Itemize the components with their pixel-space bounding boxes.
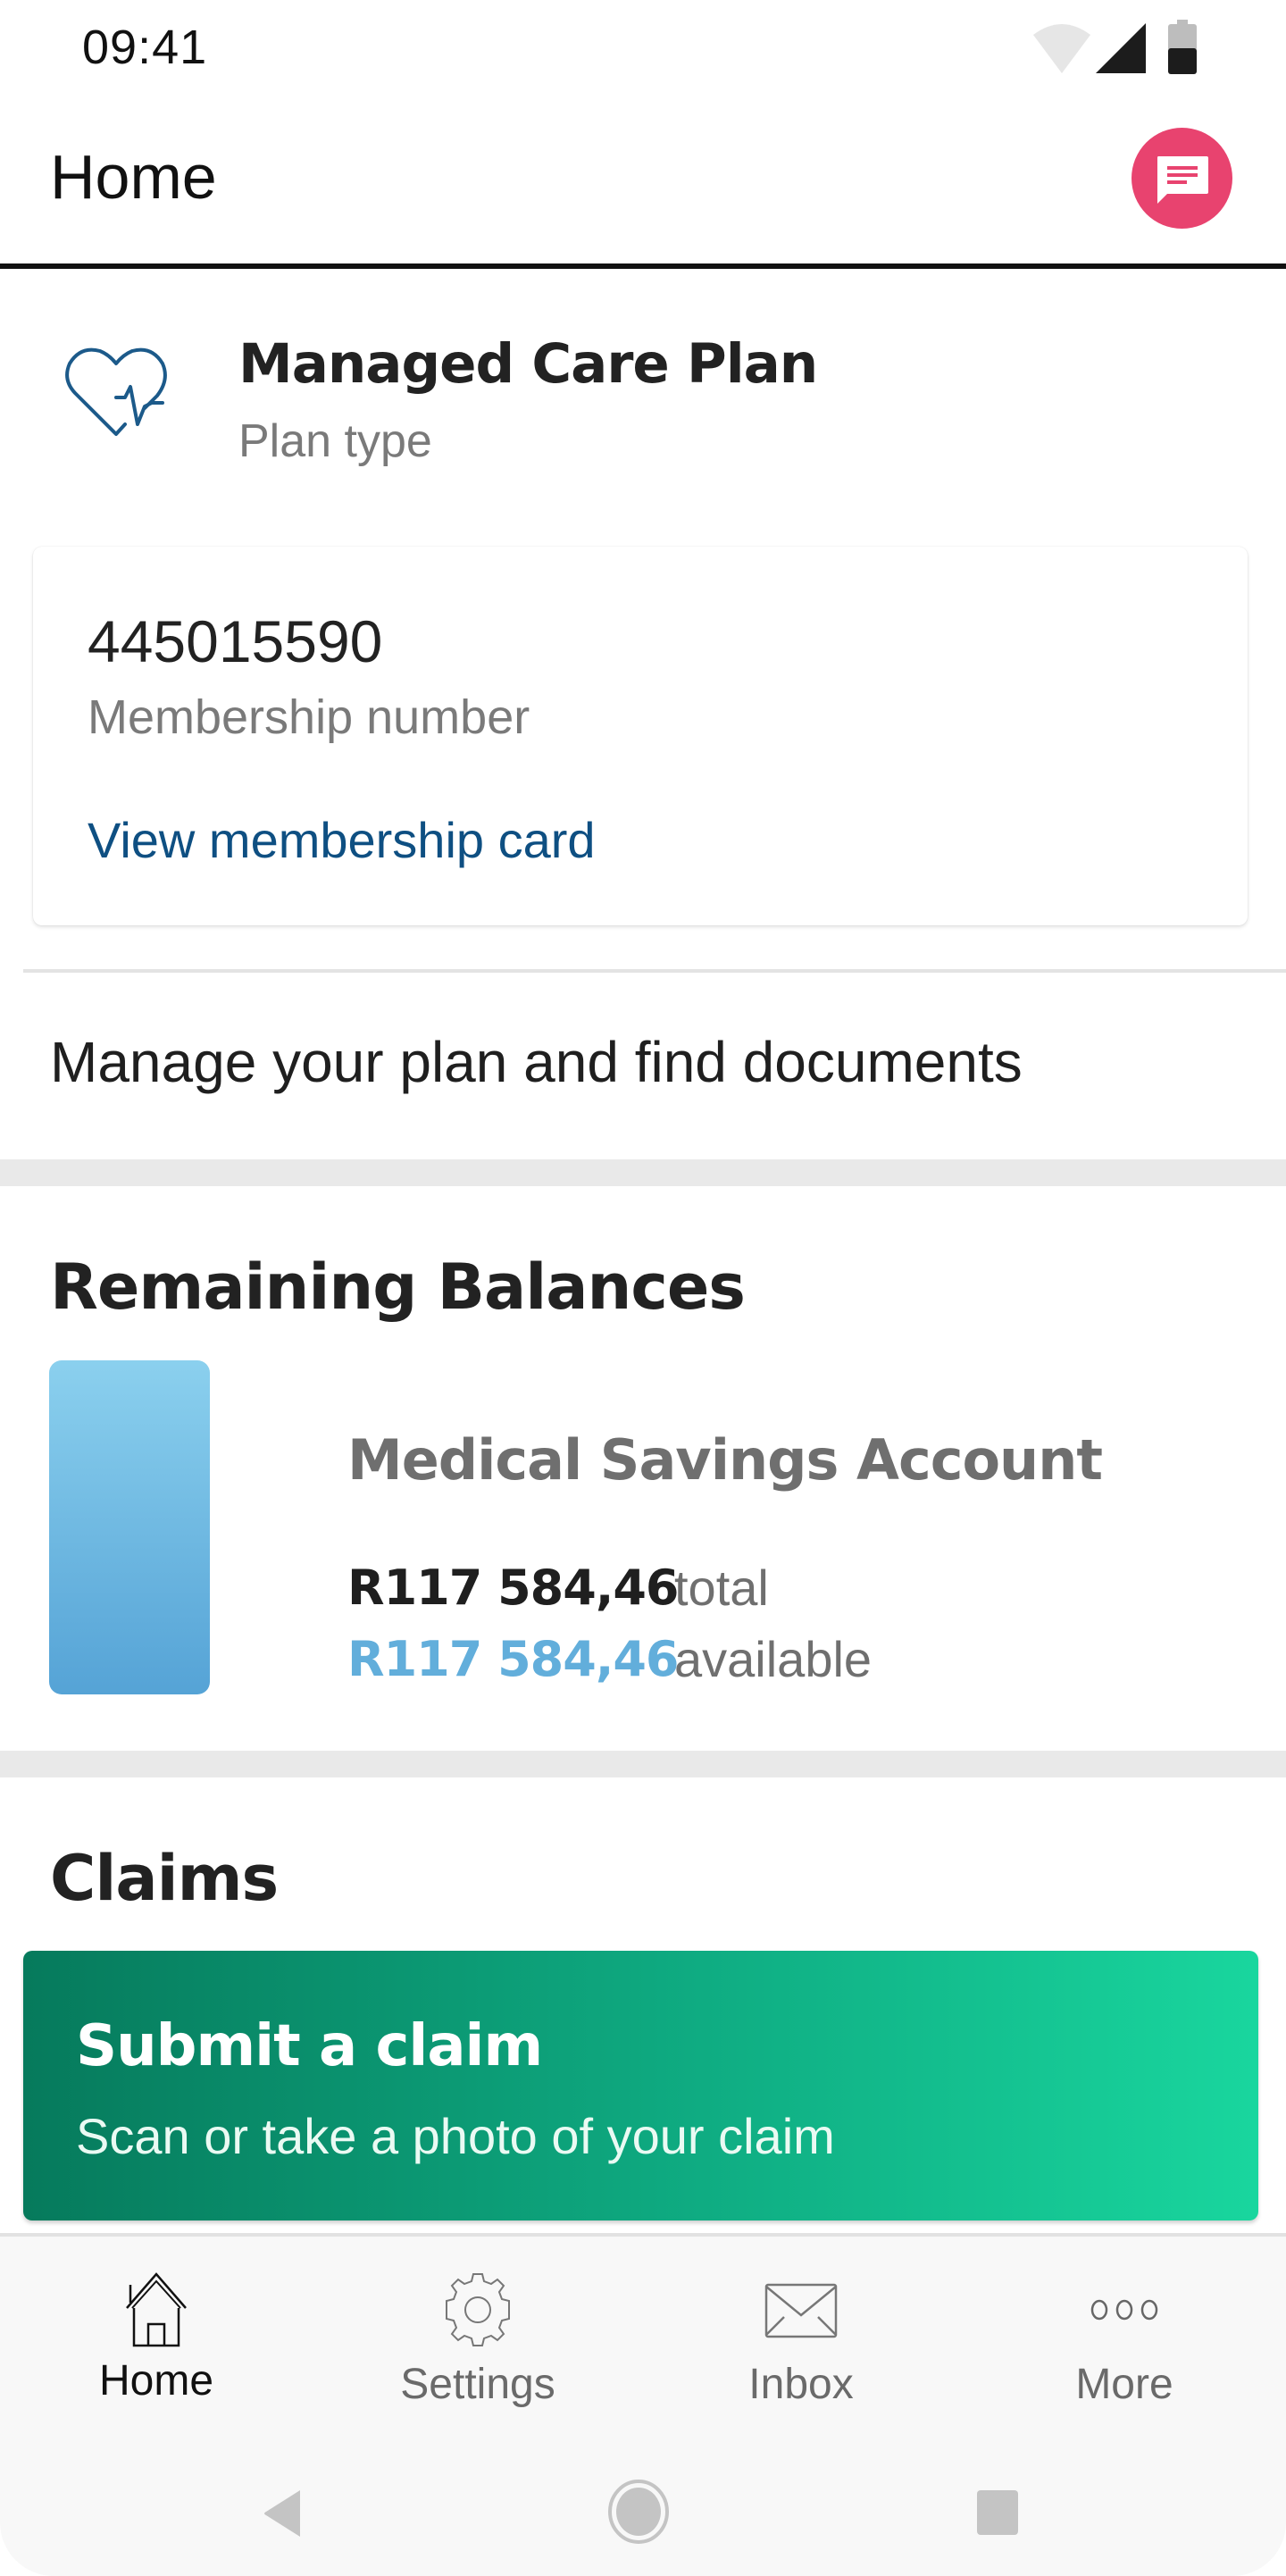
available-amount: R117 584,46 [347,1631,679,1687]
gear-icon [446,2273,510,2346]
home-icon [126,2272,187,2347]
submit-claim-subtitle: Scan or take a photo of your claim [76,2108,835,2164]
membership-number-label: Membership number [88,690,530,744]
wifi-icon [1033,24,1090,73]
header-divider [0,263,1286,269]
balance-bar-indicator [49,1360,210,1694]
membership-card: 445015590 Membership number View members… [33,547,1248,925]
chat-bubble-icon [1157,156,1208,204]
section-divider [23,969,1286,973]
nav-item-more[interactable]: More [1013,2272,1236,2424]
submit-claim-title: Submit a claim [76,2013,543,2079]
home-circle-icon[interactable] [607,2478,670,2546]
account-name: Medical Savings Account [347,1427,1103,1493]
section-separator [0,1159,1286,1186]
nav-label: Home [98,2357,214,2405]
view-membership-card-link[interactable]: View membership card [88,811,596,869]
status-time: 09:41 [82,21,208,74]
manage-plan-link[interactable]: Manage your plan and find documents [50,1029,1023,1095]
nav-item-home[interactable]: Home [45,2272,268,2424]
more-dots-icon [1090,2299,1158,2321]
plan-type-label: Plan type [238,415,432,467]
nav-label: Inbox [748,2361,854,2408]
section-title-balances: Remaining Balances [50,1250,746,1324]
nav-item-settings[interactable]: Settings [366,2272,589,2424]
recents-icon[interactable] [976,2489,1019,2536]
nav-label: Settings [400,2361,555,2408]
total-amount: R117 584,46 [347,1560,679,1616]
heart-pulse-icon [65,347,167,436]
nav-item-inbox[interactable]: Inbox [689,2272,913,2424]
membership-number: 445015590 [88,608,383,674]
available-label: available [674,1631,873,1687]
cellular-signal-icon [1096,23,1146,73]
envelope-icon [764,2283,838,2338]
bottom-navigation: Home Settings Inbox More [0,2233,1286,2576]
chat-button[interactable] [1132,128,1232,229]
section-title-claims: Claims [50,1842,279,1915]
back-icon[interactable] [261,2487,305,2540]
plan-name: Managed Care Plan [238,332,818,396]
submit-claim-button[interactable]: Submit a claim Scan or take a photo of y… [23,1951,1258,2221]
section-separator [0,1751,1286,1777]
page-title: Home [50,142,217,212]
total-label: total [674,1560,769,1616]
nav-label: More [1075,2361,1173,2408]
battery-icon [1168,20,1197,74]
